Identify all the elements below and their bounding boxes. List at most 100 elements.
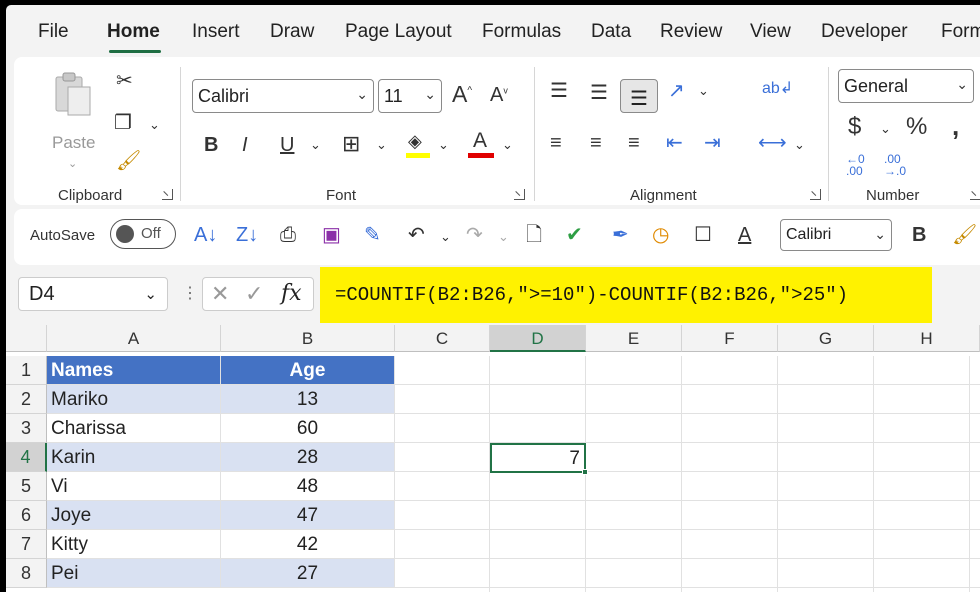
column-header-d[interactable]: D <box>490 325 586 352</box>
orientation-dropdown-icon[interactable]: ⌄ <box>698 83 709 99</box>
font-color-icon[interactable]: A <box>468 129 494 159</box>
tab-home[interactable]: Home <box>107 21 160 43</box>
increase-indent-icon[interactable]: ⇥ <box>704 133 721 153</box>
decrease-decimal-icon[interactable]: .00 →.0 <box>884 153 906 177</box>
column-header-b[interactable]: B <box>221 325 395 352</box>
enter-icon[interactable]: ✓ <box>245 281 263 307</box>
align-left-icon[interactable]: ≡ <box>550 133 562 153</box>
name-cell[interactable]: Charissa <box>47 414 221 443</box>
font-name-select[interactable]: Calibri ⌄ <box>192 79 374 113</box>
font-launcher-icon[interactable] <box>514 189 525 200</box>
increase-font-icon[interactable]: A^ <box>452 83 472 106</box>
cancel-icon[interactable]: ✕ <box>211 281 229 307</box>
fill-dropdown-icon[interactable]: ⌄ <box>438 137 449 153</box>
clipboard-launcher-icon[interactable] <box>162 189 173 200</box>
redo-dropdown-icon[interactable]: ⌄ <box>498 229 509 245</box>
currency-icon[interactable]: $ <box>848 115 861 139</box>
header-cell-age[interactable]: Age <box>221 356 395 385</box>
orientation-icon[interactable]: ↗ <box>668 81 685 101</box>
font-color-icon[interactable]: A <box>738 225 751 245</box>
decrease-font-icon[interactable]: Av <box>490 85 508 105</box>
selected-cell-d4[interactable]: 7 <box>490 443 588 475</box>
age-cell[interactable]: 13 <box>221 385 395 414</box>
column-header-c[interactable]: C <box>395 325 490 352</box>
sort-descending-icon[interactable]: Z↓ <box>236 225 258 245</box>
age-cell[interactable]: 28 <box>221 443 395 472</box>
row-header[interactable]: 7 <box>6 530 47 559</box>
underline-icon[interactable]: U <box>280 135 294 155</box>
tab-format[interactable]: Form <box>941 21 980 43</box>
check-icon[interactable]: ✔ <box>566 225 583 245</box>
name-cell[interactable]: Vi <box>47 472 221 501</box>
column-header-h[interactable]: H <box>874 325 980 352</box>
age-cell[interactable]: 47 <box>221 501 395 530</box>
tab-file[interactable]: File <box>38 21 69 43</box>
fill-handle[interactable] <box>582 469 588 475</box>
column-header-f[interactable]: F <box>682 325 778 352</box>
sort-ascending-icon[interactable]: A↓ <box>194 225 217 245</box>
tab-draw[interactable]: Draw <box>270 21 314 43</box>
name-cell[interactable]: Joye <box>47 501 221 530</box>
tab-formulas[interactable]: Formulas <box>482 21 561 43</box>
paste-button[interactable]: Paste ⌄ <box>44 69 104 170</box>
border-icon[interactable]: ☐ <box>694 225 712 245</box>
italic-icon[interactable]: I <box>242 135 248 155</box>
tab-developer[interactable]: Developer <box>821 21 908 43</box>
bold-icon[interactable]: B <box>204 135 218 155</box>
merge-center-icon[interactable]: ⟷ <box>758 133 787 153</box>
pen-icon[interactable]: ✒ <box>612 225 629 245</box>
alignment-launcher-icon[interactable] <box>810 189 821 200</box>
age-cell[interactable]: 42 <box>221 530 395 559</box>
qat-font-select[interactable]: Calibri ⌄ <box>780 219 892 251</box>
align-middle-icon[interactable]: ☰ <box>590 83 608 103</box>
row-header[interactable]: 2 <box>6 385 47 414</box>
cut-icon[interactable]: ✂ <box>116 71 133 91</box>
tab-review[interactable]: Review <box>660 21 722 43</box>
borders-dropdown-icon[interactable]: ⌄ <box>376 137 387 153</box>
row-header[interactable]: 3 <box>6 414 47 443</box>
clock-icon[interactable]: ◷ <box>652 225 669 245</box>
align-center-icon[interactable]: ≡ <box>590 133 602 153</box>
copy-dropdown-icon[interactable]: ⌄ <box>149 117 160 133</box>
tab-page-layout[interactable]: Page Layout <box>345 21 452 43</box>
currency-dropdown-icon[interactable]: ⌄ <box>880 121 891 137</box>
undo-icon[interactable]: ↶ <box>408 225 425 245</box>
comma-style-icon[interactable]: , <box>952 113 959 139</box>
align-bottom-button[interactable]: ☰ <box>620 79 658 113</box>
name-cell[interactable]: Pei <box>47 559 221 588</box>
more-options-icon[interactable]: ⋮ <box>182 283 198 303</box>
font-color-dropdown-icon[interactable]: ⌄ <box>502 137 513 153</box>
row-header[interactable]: 8 <box>6 559 47 588</box>
decrease-indent-icon[interactable]: ⇤ <box>666 133 683 153</box>
underline-dropdown-icon[interactable]: ⌄ <box>310 137 321 153</box>
align-right-icon[interactable]: ≡ <box>628 133 640 153</box>
merge-dropdown-icon[interactable]: ⌄ <box>794 137 805 153</box>
row-header[interactable]: 5 <box>6 472 47 501</box>
tab-insert[interactable]: Insert <box>192 21 240 43</box>
name-cell[interactable]: Mariko <box>47 385 221 414</box>
font-size-select[interactable]: 11 ⌄ <box>378 79 442 113</box>
increase-decimal-icon[interactable]: ←0.00 <box>846 153 865 177</box>
name-cell[interactable]: Karin <box>47 443 221 472</box>
borders-icon[interactable]: ⊞ <box>342 133 360 155</box>
tab-view[interactable]: View <box>750 21 791 43</box>
copy-icon[interactable]: ❐ <box>114 113 132 133</box>
column-header-e[interactable]: E <box>586 325 682 352</box>
select-all-corner[interactable] <box>6 325 47 352</box>
name-cell[interactable]: Kitty <box>47 530 221 559</box>
row-header[interactable]: 4 <box>6 443 47 472</box>
save-icon[interactable]: ▣ <box>322 225 341 245</box>
undo-dropdown-icon[interactable]: ⌄ <box>440 229 451 245</box>
number-format-select[interactable]: General ⌄ <box>838 69 974 103</box>
row-header[interactable]: 6 <box>6 501 47 530</box>
align-top-icon[interactable]: ☰ <box>550 81 568 101</box>
wrap-text-icon[interactable]: ab↲ <box>762 81 793 97</box>
number-launcher-icon[interactable] <box>970 189 980 200</box>
tab-data[interactable]: Data <box>591 21 631 43</box>
bold-icon[interactable]: B <box>912 225 926 245</box>
age-cell[interactable]: 27 <box>221 559 395 588</box>
column-header-g[interactable]: G <box>778 325 874 352</box>
row-header[interactable]: 1 <box>6 356 47 385</box>
fill-color-icon[interactable]: ◈ <box>406 129 430 159</box>
print-preview-icon[interactable]: ⎙ <box>280 225 296 245</box>
